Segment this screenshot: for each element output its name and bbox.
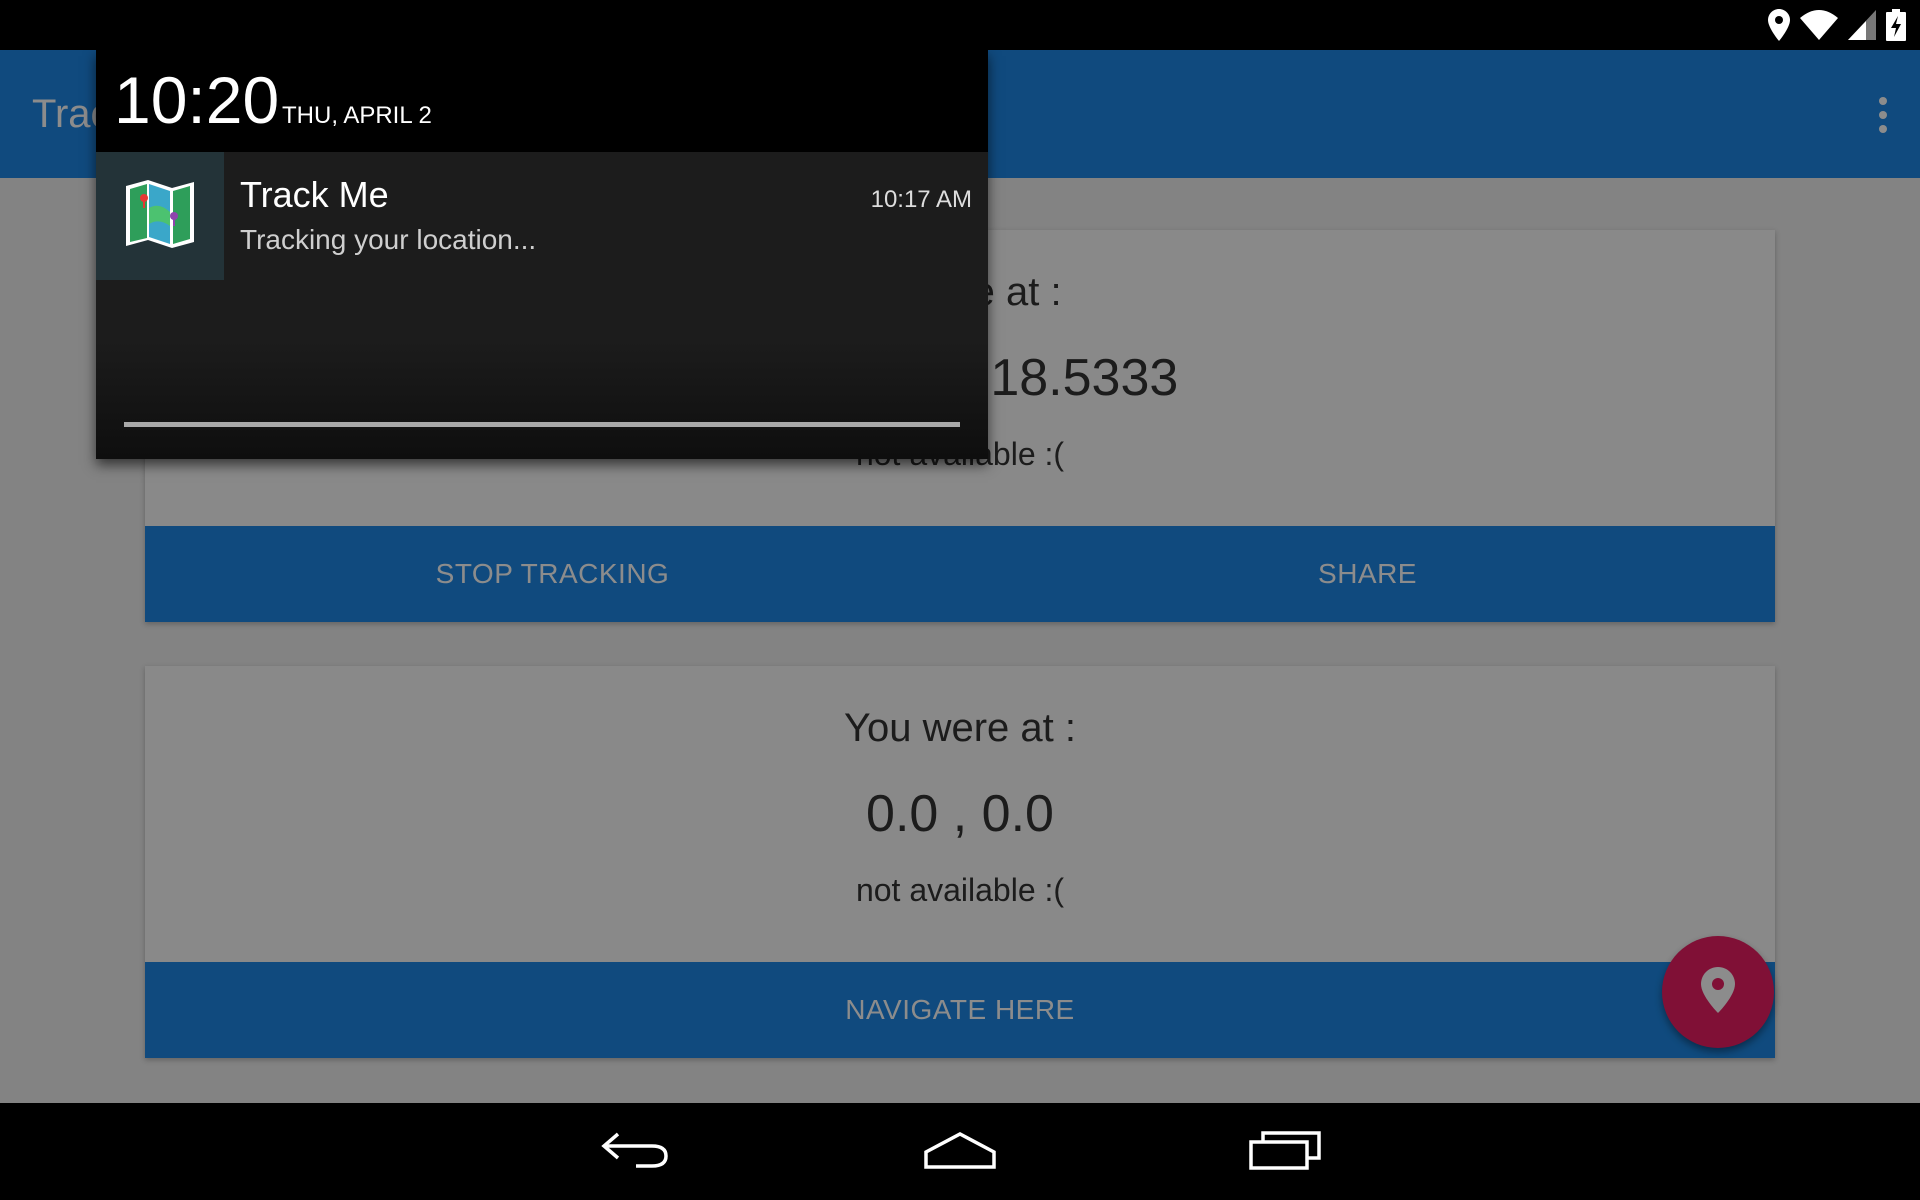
shade-footer [96, 340, 988, 459]
home-button[interactable] [915, 1125, 1005, 1179]
notification-app-icon [96, 152, 224, 280]
folded-map-icon [123, 178, 197, 255]
status-icons [1768, 8, 1906, 42]
navigation-bar [0, 1103, 1920, 1200]
back-button[interactable] [590, 1125, 680, 1179]
battery-charging-icon [1886, 9, 1906, 41]
recents-button[interactable] [1240, 1125, 1330, 1179]
notification-time: 10:17 AM [870, 186, 972, 213]
shade-header: 10:20 THU, APRIL 2 [96, 50, 988, 146]
shade-date[interactable]: THU, APRIL 2 [282, 102, 432, 130]
shade-drag-handle[interactable] [124, 422, 960, 427]
back-icon [600, 1130, 670, 1175]
shade-clock[interactable]: 10:20 [114, 62, 279, 138]
status-bar [0, 0, 1920, 50]
recents-icon [1249, 1130, 1321, 1175]
notification-shade: 10:20 THU, APRIL 2 Track Me 10:17 AM Tra… [96, 50, 988, 459]
notification-text: Tracking your location... [240, 224, 537, 255]
signal-icon [1848, 10, 1876, 40]
home-icon [923, 1130, 997, 1175]
location-icon [1768, 9, 1790, 41]
wifi-icon [1800, 10, 1838, 40]
screen: Track Me You are at : 65.9667 , -18.5333… [0, 0, 1920, 1200]
notification-title: Track Me [240, 174, 389, 215]
